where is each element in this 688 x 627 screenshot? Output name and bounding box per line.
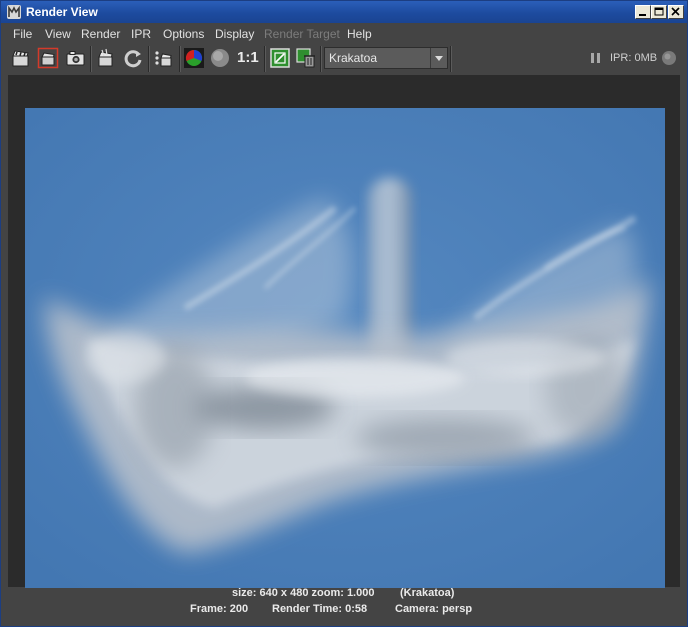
display-rgb-button[interactable] bbox=[183, 47, 205, 69]
minimize-button[interactable] bbox=[635, 5, 651, 19]
toolbar-separator bbox=[179, 46, 181, 72]
render-time: Render Time: 0:58 bbox=[272, 603, 368, 615]
maximize-button[interactable] bbox=[651, 5, 667, 19]
snapshot-button[interactable] bbox=[64, 47, 86, 69]
menu-render-target[interactable]: Render Target bbox=[264, 27, 340, 41]
maximize-icon bbox=[654, 7, 664, 16]
toolbar-separator bbox=[450, 46, 452, 72]
status-line-1: size: 640 x 480 zoom: 1.000 (Krakatoa) bbox=[1, 587, 687, 603]
toolbar-separator bbox=[148, 46, 150, 72]
dropdown-button[interactable] bbox=[430, 48, 447, 68]
remove-image-icon bbox=[296, 48, 315, 68]
render-sequence-icon bbox=[155, 51, 172, 67]
menu-bar: File View Render IPR Options Display Ren… bbox=[1, 23, 687, 44]
color-channels-icon bbox=[184, 48, 204, 68]
menu-render[interactable]: Render bbox=[81, 27, 120, 41]
toolbar-separator bbox=[264, 46, 266, 72]
snapshot-camera-icon bbox=[66, 51, 85, 66]
menu-display[interactable]: Display bbox=[215, 27, 254, 41]
refresh-icon bbox=[124, 50, 142, 68]
ipr-status-light bbox=[660, 49, 678, 67]
pause-icon bbox=[591, 53, 600, 63]
menu-help[interactable]: Help bbox=[347, 27, 372, 41]
toolbar: 1:1 Krakatoa IPR: 0MB bbox=[1, 44, 687, 74]
remove-image-button[interactable] bbox=[295, 47, 317, 69]
keep-image-icon bbox=[270, 48, 290, 68]
refresh-ipr-button[interactable] bbox=[122, 47, 144, 69]
window-title: Render View bbox=[26, 5, 98, 19]
minimize-icon bbox=[639, 14, 646, 16]
real-size-button[interactable]: 1:1 bbox=[237, 48, 259, 68]
image-size-zoom: size: 640 x 480 zoom: 1.000 bbox=[232, 587, 375, 599]
menu-options[interactable]: Options bbox=[163, 27, 204, 41]
menu-file[interactable]: File bbox=[13, 27, 32, 41]
status-line-2: Frame: 200 Render Time: 0:58 Camera: per… bbox=[1, 603, 687, 619]
alpha-channel-icon bbox=[211, 49, 229, 67]
menu-ipr[interactable]: IPR bbox=[131, 27, 151, 41]
ipr-memory-status: IPR: 0MB bbox=[610, 52, 658, 64]
chevron-down-icon bbox=[435, 56, 443, 61]
ipr-render-button[interactable] bbox=[95, 47, 117, 69]
render-view-window: Render View File View Render IPR Options… bbox=[0, 0, 688, 627]
menu-view[interactable]: View bbox=[45, 27, 71, 41]
frame-number: Frame: 200 bbox=[190, 603, 249, 615]
close-button[interactable] bbox=[668, 5, 684, 19]
render-target-dropdown[interactable]: Krakatoa bbox=[324, 47, 448, 69]
krakatoa-particle-render bbox=[25, 108, 665, 588]
clapper-icon bbox=[12, 50, 29, 67]
render-current-frame-button[interactable] bbox=[10, 47, 32, 69]
renderer-name: (Krakatoa) bbox=[400, 587, 455, 599]
pause-ipr-button[interactable] bbox=[587, 49, 605, 67]
camera-name: Camera: persp bbox=[395, 603, 473, 615]
status-light-icon bbox=[662, 51, 676, 65]
close-icon bbox=[671, 7, 680, 16]
rendered-image bbox=[25, 108, 665, 588]
title-bar[interactable]: Render View bbox=[1, 1, 687, 23]
maya-app-icon bbox=[6, 4, 22, 20]
display-alpha-button[interactable] bbox=[209, 47, 231, 69]
render-region-button[interactable] bbox=[37, 47, 59, 69]
render-sequence-button[interactable] bbox=[152, 47, 174, 69]
ipr-clapper-icon bbox=[98, 48, 113, 67]
renderer-select-value: Krakatoa bbox=[329, 51, 378, 65]
toolbar-separator bbox=[90, 46, 92, 72]
keep-image-button[interactable] bbox=[269, 47, 291, 69]
region-clapper-icon bbox=[37, 47, 59, 69]
toolbar-separator bbox=[320, 46, 322, 72]
